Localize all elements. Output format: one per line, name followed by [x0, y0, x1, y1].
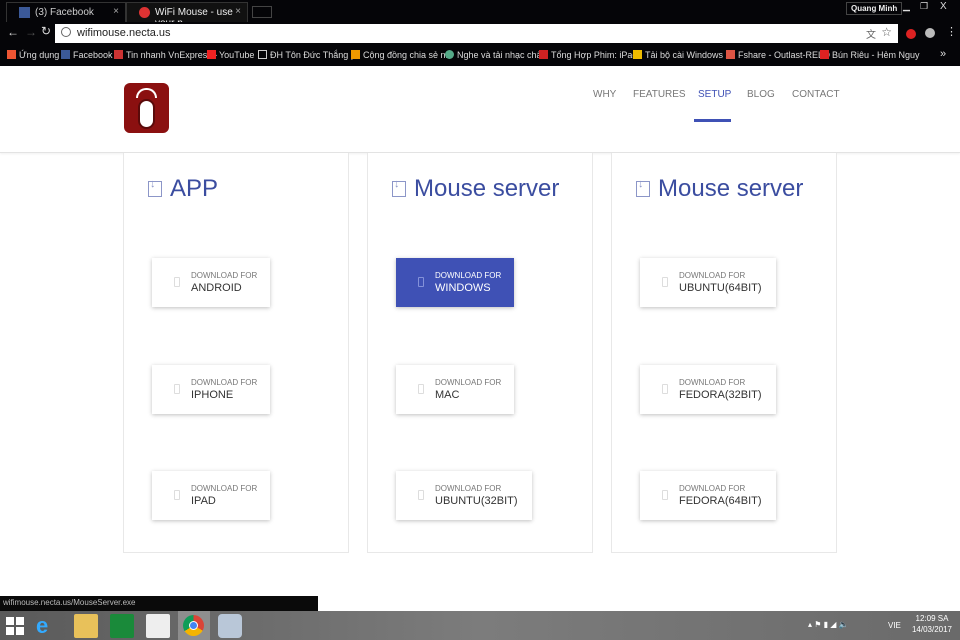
chrome-taskbar-button[interactable] [178, 611, 210, 640]
nav-contact[interactable]: CONTACT [792, 89, 840, 100]
download-icon [148, 178, 162, 197]
bookmark[interactable]: Tin nhanh VnExpress - [114, 50, 217, 60]
star-icon[interactable]: ☆ [881, 25, 892, 39]
close-tab-icon[interactable]: × [235, 6, 241, 17]
close-window-button[interactable]: X [940, 1, 947, 12]
language-indicator[interactable]: VIE [888, 621, 901, 630]
site-header [0, 66, 960, 153]
phone-icon [174, 384, 180, 394]
bookmark[interactable]: Facebook [61, 50, 113, 60]
nav-features[interactable]: FEATURES [633, 89, 686, 100]
tab-title: (3) Facebook [35, 7, 94, 18]
translate-icon[interactable]: 文 [866, 26, 876, 41]
bookmark[interactable]: Tổng Hợp Phim: iPad/ [539, 50, 640, 60]
card-title: Mouse server [636, 175, 803, 203]
nav-why[interactable]: WHY [593, 89, 616, 100]
minimize-button[interactable]: ▁ [903, 1, 910, 12]
adblock-icon[interactable] [906, 29, 916, 39]
facebook-icon [19, 7, 30, 18]
download-icon [636, 178, 650, 197]
download-android-button[interactable]: DOWNLOAD FOR ANDROID [152, 258, 270, 307]
card-title: APP [148, 175, 218, 203]
extension-icon[interactable] [925, 28, 935, 38]
download-ipad-button[interactable]: DOWNLOAD FOR IPAD [152, 471, 270, 520]
close-tab-icon[interactable]: × [113, 6, 119, 17]
active-nav-underline [694, 119, 731, 122]
wifi-mouse-logo[interactable] [124, 83, 169, 133]
download-ubuntu32-button[interactable]: DOWNLOAD FOR UBUNTU(32BIT) [396, 471, 532, 520]
download-fedora64-button[interactable]: DOWNLOAD FOR FEDORA(64BIT) [640, 471, 776, 520]
phone-icon [418, 384, 424, 394]
chrome-icon [183, 615, 204, 636]
card-title: Mouse server [392, 175, 559, 203]
mouse-server-linux-card: Mouse server DOWNLOAD FORUBUNTU(64BIT) D… [611, 153, 837, 553]
phone-icon [174, 277, 180, 287]
reload-icon[interactable]: ↻ [41, 24, 51, 38]
restore-button[interactable]: ❐ [920, 1, 928, 12]
bookmark[interactable]: Bún Riêu - Hẻm Nguy [820, 50, 920, 60]
bookmark[interactable]: YouTube [207, 50, 254, 60]
bookmark[interactable]: ĐH Tôn Đức Thắng | [258, 50, 353, 60]
apple-icon [139, 7, 150, 18]
download-mac-button[interactable]: DOWNLOAD FOR MAC [396, 365, 514, 414]
tab-wifi-mouse[interactable]: WiFi Mouse - use your p× [126, 2, 248, 29]
nav-setup[interactable]: SETUP [698, 89, 731, 100]
menu-icon[interactable]: ⋮ [946, 25, 957, 38]
address-bar[interactable]: wifimouse.necta.us 文 ☆ [55, 24, 898, 43]
internet-explorer-icon[interactable]: e [36, 614, 60, 638]
phone-icon [662, 490, 668, 500]
bookmarks-bar: Ứng dụng Facebook Tin nhanh VnExpress - … [0, 44, 960, 66]
bookmark[interactable]: Cộng đồng chia sẻ nh [351, 50, 451, 60]
tab-bar: (3) Facebook × WiFi Mouse - use your p× Q… [0, 0, 960, 29]
app-card: APP DOWNLOAD FORANDROID DOWNLOAD FORIPHO… [123, 153, 349, 553]
phone-icon [662, 384, 668, 394]
app-icon[interactable] [146, 614, 170, 638]
download-windows-button[interactable]: DOWNLOAD FOR WINDOWS [396, 258, 514, 307]
bookmark[interactable]: Tải bộ cài Windows X [633, 50, 732, 60]
bookmark-apps[interactable]: Ứng dụng [7, 50, 59, 60]
new-tab-button[interactable] [252, 6, 272, 18]
mouse-icon [138, 99, 155, 129]
start-icon[interactable] [6, 617, 24, 635]
nav-blog[interactable]: BLOG [747, 89, 775, 100]
tab-facebook[interactable]: (3) Facebook × [6, 2, 126, 22]
file-explorer-icon[interactable] [74, 614, 98, 638]
phone-icon [662, 277, 668, 287]
download-icon [392, 178, 406, 197]
back-icon[interactable]: ← [7, 25, 19, 39]
url-text: wifimouse.necta.us [77, 27, 171, 39]
bookmark[interactable]: Fshare - Outlast-RELO [726, 50, 830, 60]
bookmark-overflow[interactable]: » [940, 48, 946, 60]
phone-icon [418, 277, 424, 287]
phone-icon [418, 490, 424, 500]
clock[interactable]: 12:09 SA 14/03/2017 [910, 614, 954, 634]
forward-icon[interactable]: → [25, 25, 37, 39]
wifi-icon [136, 88, 157, 98]
status-bubble: wifimouse.necta.us/MouseServer.exe [0, 596, 318, 611]
profile-button[interactable]: Quang Minh [846, 2, 903, 15]
paint-icon[interactable] [218, 614, 242, 638]
mouse-server-card: Mouse server DOWNLOAD FORWINDOWS DOWNLOA… [367, 153, 593, 553]
download-iphone-button[interactable]: DOWNLOAD FOR IPHONE [152, 365, 270, 414]
info-icon[interactable] [61, 27, 71, 37]
phone-icon [174, 490, 180, 500]
download-ubuntu64-button[interactable]: DOWNLOAD FOR UBUNTU(64BIT) [640, 258, 776, 307]
bookmark[interactable]: Nghe và tải nhạc chất [445, 50, 544, 60]
taskbar: e ▴ ⚑ ▮ ◢ 🔈 VIE 12:09 SA 14/03/2017 [0, 611, 960, 640]
download-fedora32-button[interactable]: DOWNLOAD FOR FEDORA(32BIT) [640, 365, 776, 414]
store-icon[interactable] [110, 614, 134, 638]
tray-icons[interactable]: ▴ ⚑ ▮ ◢ 🔈 [808, 620, 849, 629]
